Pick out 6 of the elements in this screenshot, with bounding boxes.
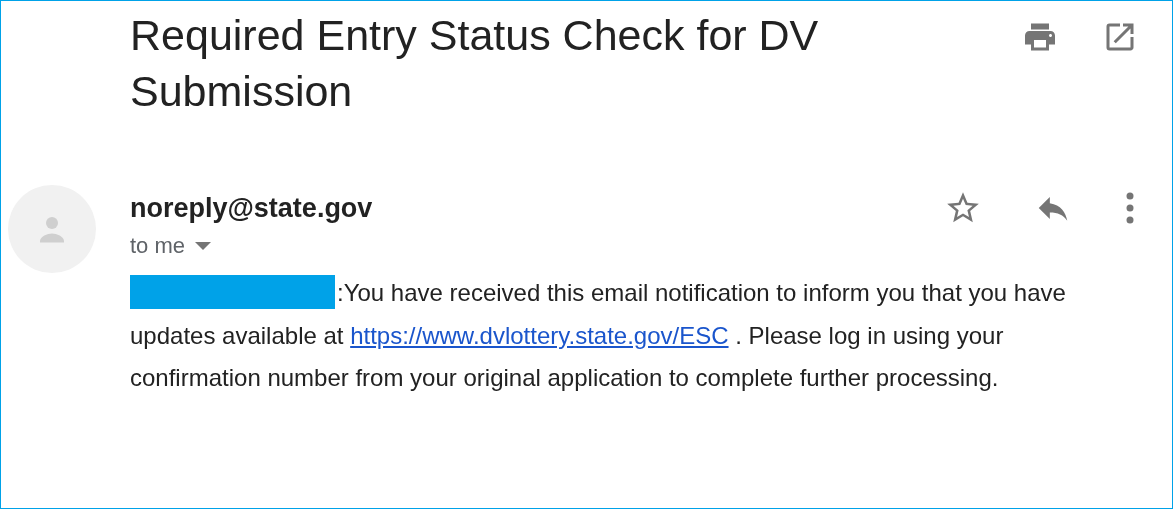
link[interactable]: https://www.dvlottery.state.gov/ESC bbox=[350, 321, 729, 349]
caret-icon bbox=[195, 241, 212, 250]
email-subject: Required Entry Status Check for DV Submission bbox=[130, 10, 820, 117]
sender-address: noreply@state.gov bbox=[130, 192, 373, 225]
recipient-dropdown[interactable]: to me bbox=[130, 229, 373, 262]
email-body: :You have received this email notification to inform you that you have updates available at https://www.dvlottery.state.gov/ESC . Please log in using your confirmation number from your original application to complete further processing. bbox=[130, 272, 1090, 399]
